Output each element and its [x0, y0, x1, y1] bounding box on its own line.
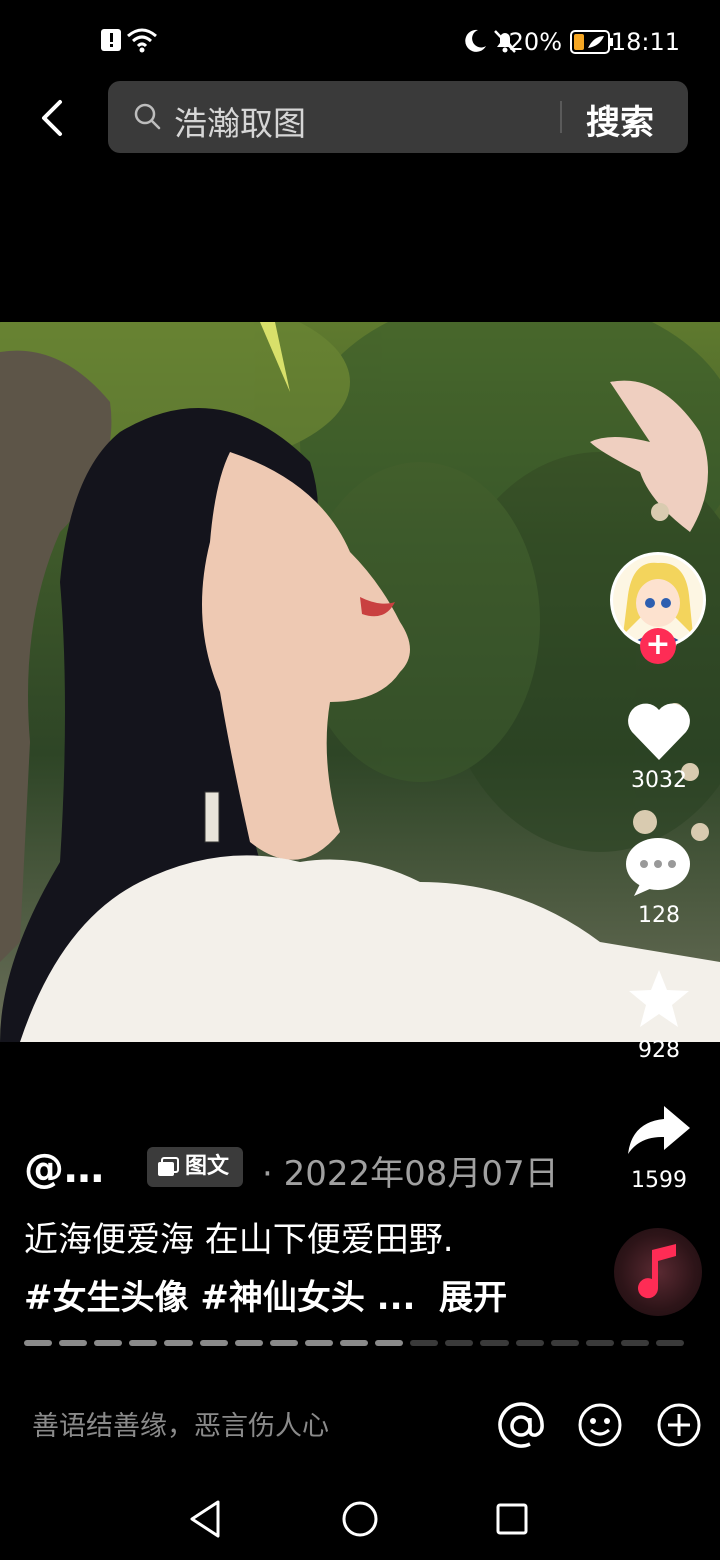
favorite-count: 928: [638, 1038, 680, 1063]
music-disc[interactable]: [614, 1228, 702, 1316]
progress-segment: [234, 1340, 263, 1346]
follow-plus-button[interactable]: +: [640, 628, 676, 664]
music-note-icon: [638, 1244, 676, 1299]
progress-segment: [550, 1340, 579, 1346]
progress-segment: [129, 1340, 158, 1346]
nav-recents-icon[interactable]: [494, 1498, 530, 1540]
heart-icon[interactable]: [624, 700, 694, 764]
search-button[interactable]: 搜索: [586, 95, 654, 144]
comment-icon[interactable]: [624, 836, 692, 898]
post-hashtags[interactable]: #女生头像 #神仙女头 ... 展开: [24, 1270, 507, 1319]
post-photo[interactable]: [0, 322, 720, 1042]
clock: 18:11: [610, 28, 680, 56]
image-progress-indicator: [24, 1340, 685, 1346]
progress-segment: [339, 1340, 369, 1346]
moon-icon: [465, 29, 486, 52]
status-bar: 20% 18:11: [0, 0, 720, 84]
wifi-icon: [127, 28, 157, 53]
search-divider: [560, 101, 562, 133]
progress-segment: [59, 1340, 88, 1346]
comment-count: 128: [638, 903, 680, 928]
progress-segment: [24, 1340, 53, 1346]
progress-segment: [655, 1340, 685, 1346]
post-date: · 2022年08月07日: [262, 1146, 559, 1195]
emoji-icon[interactable]: [577, 1402, 623, 1448]
progress-segment: [94, 1340, 123, 1346]
progress-segment: [445, 1340, 474, 1346]
progress-segment: [620, 1340, 649, 1346]
progress-segment: [585, 1340, 614, 1346]
author-name[interactable]: @…: [24, 1146, 104, 1192]
progress-segment: [515, 1340, 544, 1346]
like-count: 3032: [631, 768, 687, 793]
share-arrow-icon[interactable]: [626, 1104, 692, 1156]
image-text-icon: [158, 1157, 179, 1176]
add-icon[interactable]: [656, 1402, 702, 1448]
post-type-badge: 图文: [147, 1147, 243, 1187]
progress-segment: [199, 1340, 228, 1346]
star-icon[interactable]: [626, 968, 692, 1030]
battery-icon: [570, 30, 613, 54]
date-separator: ·: [262, 1154, 273, 1194]
alert-sim-icon: [101, 29, 121, 51]
progress-segment: [164, 1340, 193, 1346]
photo-illustration: [0, 322, 720, 1042]
progress-segment: [480, 1340, 509, 1346]
expand-link[interactable]: 展开: [439, 1278, 507, 1318]
battery-percent: 20%: [508, 28, 562, 56]
post-description: 近海便爱海 在山下便爱田野.: [24, 1220, 454, 1260]
progress-segment: [269, 1340, 298, 1346]
progress-segment: [304, 1340, 333, 1346]
search-bar[interactable]: 浩瀚取图 搜索: [108, 81, 688, 153]
back-arrow-icon[interactable]: [34, 96, 74, 140]
post-type-label: 图文: [185, 1154, 230, 1179]
search-icon: [134, 103, 161, 130]
date-text: 2022年08月07日: [283, 1154, 559, 1194]
nav-home-icon[interactable]: [340, 1498, 380, 1540]
at-mention-icon[interactable]: [497, 1402, 545, 1450]
search-input[interactable]: 浩瀚取图: [174, 97, 306, 145]
progress-segment: [375, 1340, 404, 1346]
comment-input[interactable]: 善语结善缘，恶言伤人心: [32, 1404, 329, 1443]
progress-segment: [410, 1340, 439, 1346]
nav-back-icon[interactable]: [188, 1498, 224, 1540]
share-count: 1599: [631, 1168, 687, 1193]
hashtags-text[interactable]: #女生头像 #神仙女头 ...: [24, 1278, 415, 1318]
